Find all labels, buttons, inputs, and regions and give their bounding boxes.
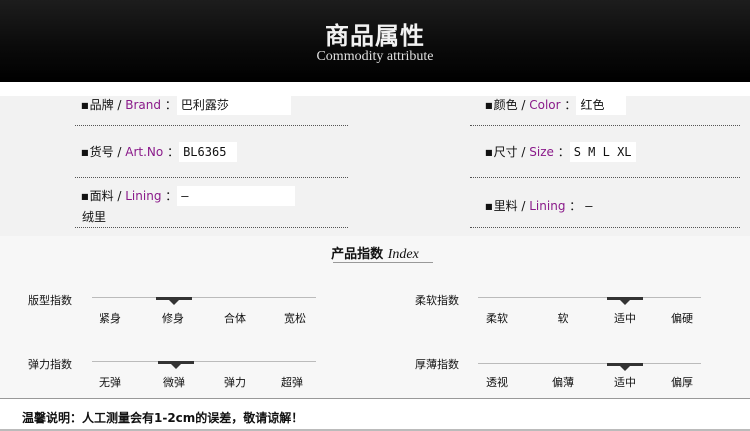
attr-label-cn: 货号 (89, 145, 114, 159)
index-label: 厚薄指数 (415, 358, 459, 371)
index-track (478, 297, 701, 298)
index-title-en: Index (387, 247, 419, 262)
attr-sep: / (113, 98, 126, 112)
attr-sep: / (517, 98, 530, 112)
index-option: 超弹 (281, 376, 303, 389)
section-subtitle: Commodity attribute (316, 49, 434, 64)
attributes-panel (0, 96, 750, 236)
attr-value: BL6365 (179, 142, 238, 162)
attr-label-cn: 品牌 (89, 98, 114, 112)
attr-label-cn: 颜色 (493, 98, 518, 112)
index-marker-icon (156, 297, 192, 305)
attr-fabric-value-cont: 绒里 (82, 210, 107, 224)
index-option: 偏硬 (671, 312, 693, 325)
divider (75, 227, 348, 228)
bullet-icon: ■ (485, 148, 493, 157)
attr-value: – (177, 186, 296, 206)
attr-colon: ： (164, 98, 177, 112)
bullet-icon: ■ (485, 101, 493, 110)
attr-label-en: Size (529, 145, 554, 159)
index-label: 版型指数 (28, 294, 72, 307)
index-option: 柔软 (486, 312, 508, 325)
attr-fabric: ■面料 / Lining ： – (81, 186, 296, 207)
divider (470, 125, 740, 126)
attr-lining: ■里料 / Lining ： – (485, 196, 609, 217)
attr-colon: ： (165, 189, 178, 203)
divider (470, 177, 740, 178)
index-label: 柔软指数 (415, 294, 459, 307)
attr-sep: / (113, 145, 126, 159)
index-marker-icon (607, 363, 643, 371)
index-option: 软 (557, 312, 569, 325)
header-banner: 商品属性 Commodity attribute (0, 0, 750, 82)
attr-label-en: Color (529, 98, 561, 112)
index-title-cn: 产品指数 (331, 247, 384, 262)
bullet-icon: ■ (485, 202, 493, 211)
attr-value: 红色 (576, 95, 627, 115)
index-marker-icon (158, 361, 194, 369)
attr-label-cn: 面料 (89, 189, 114, 203)
measurement-note: 温馨说明：人工测量会有1-2cm的误差，敬请谅解！ (22, 411, 304, 425)
bullet-icon: ■ (81, 101, 89, 110)
index-option: 适中 (614, 376, 636, 389)
index-marker-icon (607, 297, 643, 305)
attr-value: S M L XL (569, 142, 636, 162)
attr-art-no: ■货号 / Art.No ： BL6365 (81, 142, 238, 163)
index-option: 修身 (162, 312, 184, 325)
attr-label-cn: 里料 (493, 199, 518, 213)
attr-colon: ： (167, 145, 180, 159)
index-option: 合体 (224, 312, 246, 325)
attr-size: ■尺寸 / Size ： S M L XL (485, 142, 636, 163)
bullet-icon: ■ (81, 192, 89, 201)
section-title: 商品属性 (325, 22, 425, 50)
attr-sep: / (517, 145, 530, 159)
attr-colon: ： (557, 145, 570, 159)
index-track (92, 361, 316, 362)
index-title: 产品指数 Index (0, 243, 750, 263)
attr-label-en: Lining (529, 199, 566, 213)
divider (470, 227, 740, 228)
index-option: 弹力 (224, 376, 246, 389)
bullet-icon: ■ (81, 148, 89, 157)
divider (0, 398, 750, 399)
attr-color: ■颜色 / Color ：红色 (485, 95, 627, 116)
index-option: 适中 (614, 312, 636, 325)
attr-brand: ■品牌 / Brand ：巴利露莎 (81, 95, 291, 116)
divider (75, 125, 348, 126)
index-track (478, 363, 701, 364)
attr-label-en: Brand (125, 98, 161, 112)
attr-sep: / (517, 199, 530, 213)
index-track (92, 297, 316, 298)
attr-value: 巴利露莎 (176, 95, 291, 115)
index-option: 紧身 (99, 312, 121, 325)
index-label: 弹力指数 (28, 358, 72, 371)
attr-colon: ： (564, 98, 577, 112)
index-option: 宽松 (284, 312, 306, 325)
index-option: 微弹 (163, 376, 185, 389)
attr-label-en: Art.No (125, 145, 164, 159)
attr-value: – (585, 199, 593, 213)
index-option: 透视 (486, 376, 508, 389)
index-title-underline (333, 262, 433, 263)
attr-label-en: Lining (125, 189, 162, 203)
divider (75, 177, 348, 178)
index-option: 偏厚 (671, 376, 693, 389)
index-option: 偏薄 (552, 376, 574, 389)
index-option: 无弹 (99, 376, 121, 389)
attr-label-cn: 尺寸 (493, 145, 518, 159)
attr-colon: ： (569, 199, 582, 213)
attr-sep: / (113, 189, 126, 203)
